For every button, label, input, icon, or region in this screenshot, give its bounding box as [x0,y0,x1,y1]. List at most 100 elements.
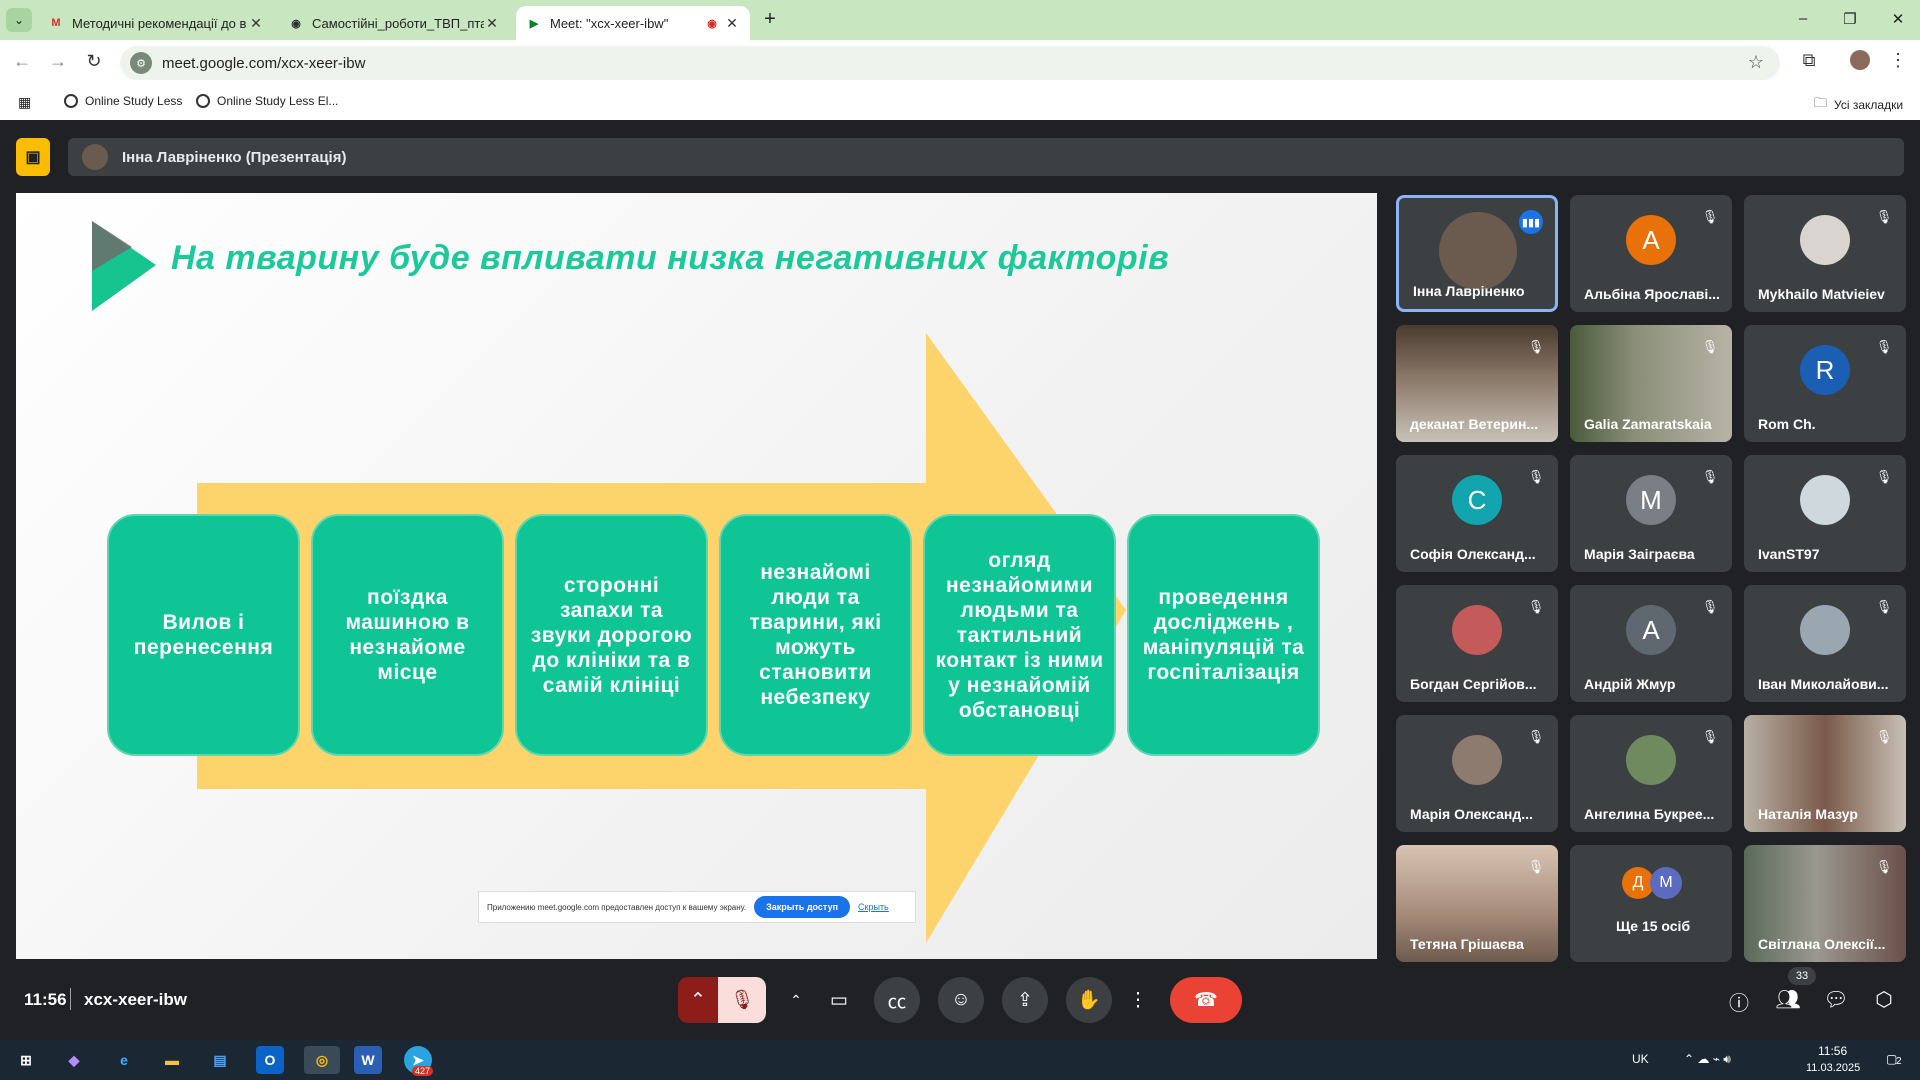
raise-hand-button[interactable]: ✋ [1066,977,1112,1023]
taskbar-time[interactable]: 11:56 [1818,1044,1847,1058]
taskbar-date[interactable]: 11.03.2025 [1806,1062,1860,1074]
close-icon[interactable]: ✕ [724,15,740,32]
chat-icon[interactable]: 💬︎ [1822,987,1850,1012]
site-info-icon[interactable]: ⚙ [130,52,152,74]
mic-off-icon: 🎙︎ [1875,469,1893,484]
menu-icon[interactable]: ⋮ [1886,50,1910,71]
close-icon[interactable]: ✕ [248,15,264,32]
more-participants-tile[interactable]: Д М Ще 15 осіб [1570,845,1732,962]
audio-options-chevron[interactable]: ⌃ [678,977,718,1023]
participant-tile[interactable]: 🎙︎ деканат Ветерин... [1396,325,1558,442]
restore-icon[interactable]: ❐ [1840,10,1860,28]
all-bookmarks[interactable]: 🗀 Усі закладки [1814,94,1903,116]
avatar [1439,212,1517,290]
video-options-chevron[interactable]: ⌃ [776,977,816,1023]
back-icon[interactable]: ← [10,51,34,72]
apps-icon[interactable]: ▦ [18,94,31,111]
reload-icon[interactable]: ↻ [82,51,106,72]
participant-tile[interactable]: 🎙︎ Ангелина Букрее... [1570,715,1732,832]
mic-off-icon: 🎙︎ [1701,209,1719,224]
edge-icon[interactable]: e [110,1046,138,1074]
activities-icon[interactable]: ⬡ [1870,987,1898,1012]
more-options-button[interactable]: ⋮ [1122,977,1154,1023]
forward-icon[interactable]: → [46,51,70,72]
notification-count: 2 [1896,1056,1902,1067]
participant-tile[interactable]: 🎙︎ Тетяна Грішаєва [1396,845,1558,962]
mic-off-button[interactable]: 🎙︎ [718,977,766,1023]
participant-tile[interactable]: ▮▮▮ Інна Лавріненко [1396,195,1558,312]
all-bookmarks-label: Усі закладки [1834,98,1904,112]
avatar: М [1650,867,1682,899]
bookmark-item[interactable]: Online Study Less [64,94,182,108]
mic-off-icon: 🎙︎ [1875,209,1893,224]
mic-off-icon: 🎙︎ [1701,599,1719,614]
tab-search-icon[interactable]: ⌄ [6,8,32,32]
tab-gmail[interactable]: M Методичні рекомендації до в ✕ [38,6,274,40]
people-icon[interactable]: 👥︎ [1774,987,1802,1012]
mic-off-icon: 🎙︎ [1527,469,1545,484]
participant-tile[interactable]: 🎙︎ Mykhailo Matvieiev [1744,195,1906,312]
participant-tile[interactable]: С 🎙︎ Софія Олександ... [1396,455,1558,572]
new-tab-button[interactable]: + [758,8,782,31]
participant-tile[interactable]: 🎙︎ Galia Zamaratskaia [1570,325,1732,442]
tray-icons[interactable]: ⌃ ☁ ⌁ 🔊︎ [1684,1052,1731,1067]
participant-name: Тетяна Грішаєва [1410,936,1524,952]
participant-tile[interactable]: R 🎙︎ Rom Ch. [1744,325,1906,442]
captions-button[interactable]: ㏄ [874,977,920,1023]
meeting-code: xcx-xeer-ibw [84,990,187,1009]
participant-tile[interactable]: 🎙︎ IvanST97 [1744,455,1906,572]
participant-tile[interactable]: 🎙︎ Світлана Олексії... [1744,845,1906,962]
mic-off-icon: 🎙︎ [1701,469,1719,484]
word-icon[interactable]: W [354,1046,382,1074]
mic-off-icon: 🎙︎ [1701,339,1719,354]
telegram-badge: 427 [412,1066,434,1076]
tab-docs[interactable]: ◉ Самостійні_роботи_ТВП_птахі ✕ [278,6,510,40]
meeting-time: 11:56 [24,990,67,1009]
bookmark-star-icon[interactable]: ☆ [1748,52,1764,73]
avatar [1452,735,1502,785]
minimize-icon[interactable]: – [1793,10,1813,27]
hide-notice-link[interactable]: Скрыть [858,902,889,912]
participant-tile[interactable]: 🎙︎ Іван Миколайови... [1744,585,1906,702]
bookmark-item[interactable]: Online Study Less El... [196,94,338,108]
avatar [1800,215,1850,265]
participant-tile[interactable]: А 🎙︎ Андрій Жмур [1570,585,1732,702]
close-icon[interactable]: ✕ [484,15,500,32]
tab-title: Meet: "xcx-xeer-ibw" [550,15,669,31]
participant-tile[interactable]: 🎙︎ Наталія Мазур [1744,715,1906,832]
screen-share-notice: Приложению meet.google.com предоставлен … [478,891,916,923]
profile-avatar[interactable] [1848,50,1872,75]
meeting-info-icon[interactable]: ⓘ [1725,987,1753,1016]
language-indicator[interactable]: UK [1632,1052,1649,1066]
emoji-button[interactable]: ☺ [938,977,984,1023]
bookmark-label: Online Study Less [85,94,183,108]
end-call-button[interactable]: ☎ [1170,977,1242,1023]
slide-title: На тварину буде впливати низка негативни… [171,239,1170,277]
camera-button[interactable]: ▭ [816,977,862,1023]
avatar: С [1452,475,1502,525]
participant-name: IvanST97 [1758,546,1820,562]
url-field[interactable]: ⚙ meet.google.com/xcx-xeer-ibw ☆ [120,46,1780,80]
participant-tile[interactable]: А 🎙︎ Альбіна Ярославі... [1570,195,1732,312]
factor-box: Вилов і перенесення [107,514,300,756]
outlook-icon[interactable]: O [256,1046,284,1074]
participant-tile[interactable]: 🎙︎ Богдан Сергійов... [1396,585,1558,702]
present-button[interactable]: ⇪ [1002,977,1048,1023]
address-bar-row: ← → ↻ ⚙ meet.google.com/xcx-xeer-ibw ☆ ⧉… [0,40,1920,86]
close-window-icon[interactable]: ✕ [1888,10,1908,28]
participant-tile[interactable]: М 🎙︎ Марія Заіграєва [1570,455,1732,572]
presentation-icon[interactable]: ▣ [16,138,50,176]
windows-start-icon[interactable]: ⊞ [12,1046,40,1074]
participant-tile[interactable]: 🎙︎ Марія Олександ... [1396,715,1558,832]
extensions-icon[interactable]: ⧉ [1797,50,1821,71]
stop-sharing-button[interactable]: Закрыть доступ [754,896,851,918]
tab-meet[interactable]: ▶ Meet: "xcx-xeer-ibw" ◉ ✕ [516,6,750,40]
copilot-icon[interactable]: ◆ [60,1046,88,1074]
store-icon[interactable]: ▤ [206,1046,234,1074]
mic-off-icon: 🎙︎ [1527,339,1545,354]
mic-off-icon: 🎙︎ [1527,599,1545,614]
chrome-icon[interactable]: ◎ [304,1046,340,1074]
file-explorer-icon[interactable]: ▬ [158,1046,186,1074]
factor-box: сторонні запахи та звуки дорогою до клін… [515,514,708,756]
participant-name: деканат Ветерин... [1410,416,1539,432]
